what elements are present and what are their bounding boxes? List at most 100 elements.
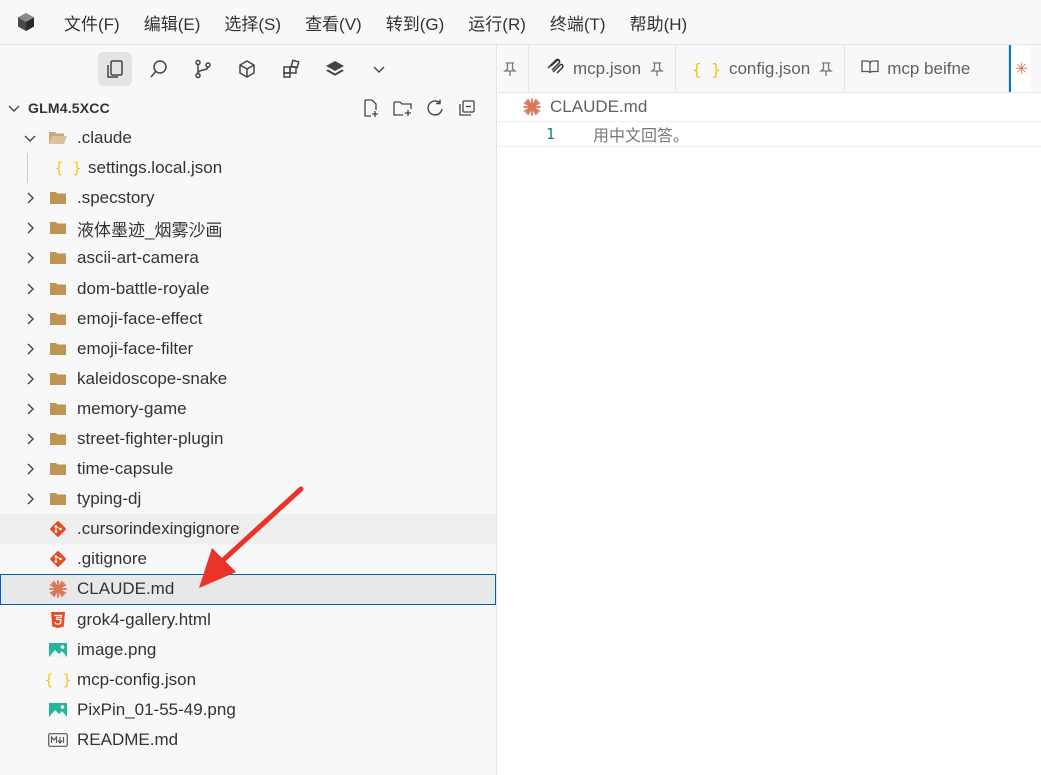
chevron-right-icon[interactable] [22, 281, 38, 297]
source-control-icon[interactable] [186, 52, 220, 86]
menu-view[interactable]: 查看(V) [293, 0, 374, 45]
tree-folder[interactable]: emoji-face-filter [0, 334, 496, 364]
tree-folder[interactable]: typing-dj [0, 484, 496, 514]
tree-folder[interactable]: 液体墨迹_烟雾沙画 [0, 213, 496, 243]
chevron-right-icon[interactable] [22, 491, 38, 507]
tree-file[interactable]: { } mcp-config.json [0, 665, 496, 695]
tree-folder[interactable]: emoji-face-effect [0, 304, 496, 334]
menu-help[interactable]: 帮助(H) [618, 0, 700, 45]
folder-icon [48, 339, 68, 359]
chevron-down-icon[interactable] [362, 52, 396, 86]
chevron-right-icon[interactable] [22, 461, 38, 477]
line-number: 1 [545, 125, 555, 143]
chevron-right-icon[interactable] [22, 341, 38, 357]
mcp-icon [545, 57, 565, 82]
git-icon [48, 549, 68, 569]
app-logo-icon[interactable] [0, 0, 52, 45]
tree-folder[interactable]: .specstory [0, 183, 496, 213]
new-folder-icon[interactable] [392, 97, 414, 119]
tree-item-label: .claude [77, 128, 132, 148]
tree-folder[interactable]: dom-battle-royale [0, 273, 496, 303]
indent-guide [27, 153, 28, 183]
chevron-right-icon[interactable] [22, 190, 38, 206]
menu-terminal[interactable]: 终端(T) [538, 0, 618, 45]
chevron-right-icon[interactable] [22, 250, 38, 266]
tree-folder[interactable]: street-fighter-plugin [0, 424, 496, 454]
explorer-title: GLM4.5XCC [28, 100, 110, 116]
pin-icon[interactable] [502, 61, 518, 77]
json-file-icon: { } [54, 159, 82, 178]
tree-folder[interactable]: time-capsule [0, 454, 496, 484]
tree-file[interactable]: .gitignore [0, 544, 496, 574]
chevron-right-icon[interactable] [22, 431, 38, 447]
tab-config-json[interactable]: { } config.json [676, 45, 846, 92]
refresh-icon[interactable] [424, 97, 446, 119]
folder-icon [48, 248, 68, 268]
tab-claude-md-active[interactable]: ✳ [1009, 45, 1032, 92]
markdown-file-icon [48, 730, 68, 750]
folder-open-icon [48, 128, 68, 148]
tree-file[interactable]: grok4-gallery.html [0, 605, 496, 635]
explorer-header[interactable]: GLM4.5XCC [0, 93, 496, 123]
folder-icon [48, 188, 68, 208]
menu-edit[interactable]: 编辑(E) [132, 0, 213, 45]
menu-bar: 文件(F) 编辑(E) 选择(S) 查看(V) 转到(G) 运行(R) 终端(T… [0, 0, 1041, 45]
tree-file[interactable]: CLAUDE.md [0, 574, 496, 605]
tree-file[interactable]: image.png [0, 635, 496, 665]
folder-icon [48, 218, 68, 238]
chevron-right-icon[interactable] [22, 401, 38, 417]
tree-item-label: 液体墨迹_烟雾沙画 [77, 220, 223, 240]
tree-folder[interactable]: ascii-art-camera [0, 243, 496, 273]
folder-icon [48, 459, 68, 479]
menu-selection[interactable]: 选择(S) [212, 0, 293, 45]
chevron-right-icon[interactable] [22, 371, 38, 387]
tree-file[interactable]: { } settings.local.json [0, 153, 496, 183]
tree-folder[interactable]: memory-game [0, 394, 496, 424]
tree-item-label: grok4-gallery.html [77, 609, 211, 629]
tree-item-label: ascii-art-camera [77, 248, 199, 268]
editor-area: mcp.json { } config.json mcp beifne ✳ CL… [498, 45, 1041, 775]
collapse-all-icon[interactable] [456, 97, 478, 119]
tree-item-label: PixPin_01-55-49.png [77, 699, 236, 719]
chevron-right-icon[interactable] [22, 220, 38, 236]
pin-icon[interactable] [818, 61, 834, 77]
tree-item-label: kaleidoscope-snake [77, 368, 228, 388]
tree-file[interactable]: .cursorindexingignore [0, 514, 496, 545]
html-file-icon [48, 610, 68, 630]
tree-item-label: time-capsule [77, 459, 174, 479]
pin-icon[interactable] [649, 61, 665, 77]
file-tree: .claude { } settings.local.json .specstory 液… [0, 123, 496, 755]
tree-file[interactable]: PixPin_01-55-49.png [0, 695, 496, 725]
chevron-down-icon [8, 105, 20, 112]
chevron-right-icon[interactable] [22, 311, 38, 327]
tab-pinned-partial[interactable] [498, 45, 529, 92]
search-icon[interactable] [142, 52, 176, 86]
tree-item-label: street-fighter-plugin [77, 428, 224, 448]
box-icon[interactable] [230, 52, 264, 86]
tree-item-label: dom-battle-royale [77, 278, 210, 298]
tree-item-label: emoji-face-effect [77, 308, 203, 328]
tree-item-label: settings.local.json [88, 158, 223, 178]
tree-item-label: CLAUDE.md [77, 579, 175, 599]
new-file-icon[interactable] [360, 97, 382, 119]
tree-file[interactable]: README.md [0, 725, 496, 755]
layers-icon[interactable] [318, 52, 352, 86]
explorer-icon[interactable] [98, 52, 132, 86]
tree-item-label: emoji-face-filter [77, 338, 194, 358]
folder-icon [48, 399, 68, 419]
tree-folder[interactable]: kaleidoscope-snake [0, 364, 496, 394]
folder-icon [48, 309, 68, 329]
code-line[interactable]: 1 用中文回答。 [498, 121, 1041, 147]
tree-item-label: .gitignore [77, 549, 147, 569]
menu-file[interactable]: 文件(F) [52, 0, 132, 45]
tab-mcp-json[interactable]: mcp.json [529, 45, 677, 92]
tab-label: config.json [728, 59, 811, 78]
breadcrumb-file[interactable]: CLAUDE.md [550, 97, 647, 117]
chevron-down-icon[interactable] [22, 130, 38, 146]
menu-run[interactable]: 运行(R) [456, 0, 538, 45]
tree-folder[interactable]: .claude [0, 123, 496, 153]
extensions-icon[interactable] [274, 52, 308, 86]
code-text[interactable]: 用中文回答。 [593, 122, 689, 146]
menu-go[interactable]: 转到(G) [374, 0, 457, 45]
tab-mcp-beifne[interactable]: mcp beifne [845, 45, 1010, 92]
